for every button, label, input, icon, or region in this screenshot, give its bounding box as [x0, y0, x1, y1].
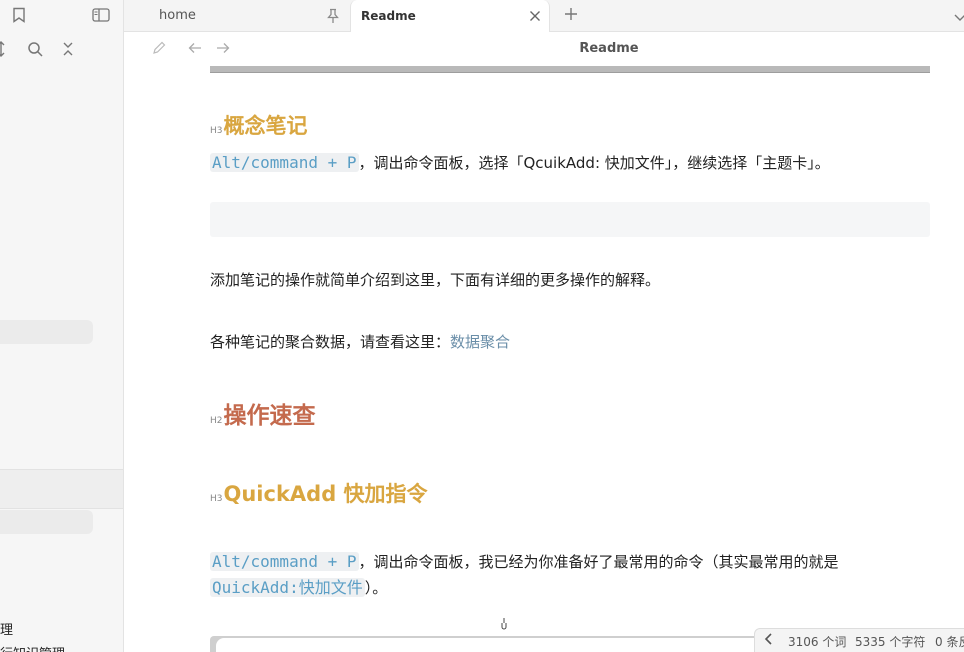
sidebar-hover-item[interactable] [0, 510, 93, 534]
sidebar-toggle-icon[interactable] [92, 8, 110, 25]
inline-code: Alt/command + P [210, 552, 359, 571]
paragraph-text: ，调出命令面板，选择「QcuikAdd: 快加文件」，继续选择「主题卡」。 [358, 154, 830, 172]
heading-level-marker: H3 [210, 494, 223, 504]
plus-icon[interactable] [564, 7, 578, 24]
left-sidebar: 理 行知识管理 [0, 0, 124, 652]
tab-label: Readme [361, 9, 416, 23]
heading-concept-notes: H3概念笔记 [210, 110, 308, 140]
heading-level-marker: H2 [210, 416, 223, 426]
tab-home[interactable]: home [124, 0, 350, 32]
tab-label: home [159, 8, 196, 23]
sidebar-item[interactable]: 理 [0, 619, 13, 638]
sidebar-selected-item[interactable] [0, 320, 93, 344]
document-content: H3概念笔记 Alt/command + P ，调出命令面板，选择「QcuikAd… [124, 66, 964, 652]
collapse-icon[interactable] [62, 41, 74, 60]
tab-bar: home Readme [124, 0, 964, 33]
sidebar-item[interactable]: 行知识管理 [0, 643, 65, 652]
paragraph-aggregate: 各种笔记的聚合数据，请查看这里：数据聚合 [210, 330, 920, 355]
sidebar-section [0, 469, 123, 509]
heading-text: 操作速查 [223, 403, 316, 429]
char-count: 5335 个字符 [855, 635, 926, 649]
sidebar-toolbar [0, 34, 123, 64]
paragraph-text: ）。 [364, 579, 388, 597]
view-title: Readme [579, 41, 639, 56]
bookmark-icon[interactable] [12, 7, 26, 26]
pin-icon[interactable] [327, 8, 339, 27]
internal-link[interactable]: 数据聚合 [450, 333, 510, 351]
paragraph-intro: 添加笔记的操作就简单介绍到这里，下面有详细的更多操作的解释。 [210, 271, 661, 289]
backlink-count[interactable]: 0 条反 [935, 633, 964, 650]
chevron-down-icon[interactable] [954, 9, 964, 25]
close-icon[interactable] [529, 9, 541, 25]
status-bar: 3106 个词 5335 个字符 0 条反 [754, 628, 964, 652]
search-icon[interactable] [27, 41, 43, 60]
paragraph-shortcut: Alt/command + P ，调出命令面板，选择「QcuikAdd: 快加文件… [210, 150, 920, 176]
inline-code: Alt/command + P [210, 153, 359, 172]
sort-icon[interactable] [0, 40, 6, 61]
inline-code: QuickAdd:快加文件 [210, 578, 365, 597]
sidebar-header [0, 0, 123, 31]
heading-text: 概念笔记 [223, 114, 308, 138]
embedded-image-edge [210, 66, 930, 73]
heading-level-marker: H3 [210, 126, 223, 136]
code-block[interactable] [210, 202, 930, 237]
paragraph-text: 各种笔记的聚合数据，请查看这里： [210, 333, 451, 351]
heading-quickadd: H3QuickAdd 快加指令 [210, 478, 428, 508]
heading-text: QuickAdd 快加指令 [223, 482, 428, 506]
heading-quick-ops: H2操作速查 [210, 396, 316, 430]
mouse-cursor-icon [499, 617, 509, 637]
paragraph-quickadd: Alt/command + P ，调出命令面板，我已经为你准备好了最常用的命令（其… [210, 549, 920, 601]
tab-readme[interactable]: Readme [350, 0, 550, 33]
paragraph-text: ，调出命令面板，我已经为你准备好了最常用的命令（其实最常用的就是 [358, 553, 839, 571]
chevron-left-icon[interactable] [764, 632, 774, 649]
view-header: Readme [124, 32, 964, 66]
word-count: 3106 个词 [788, 635, 847, 649]
